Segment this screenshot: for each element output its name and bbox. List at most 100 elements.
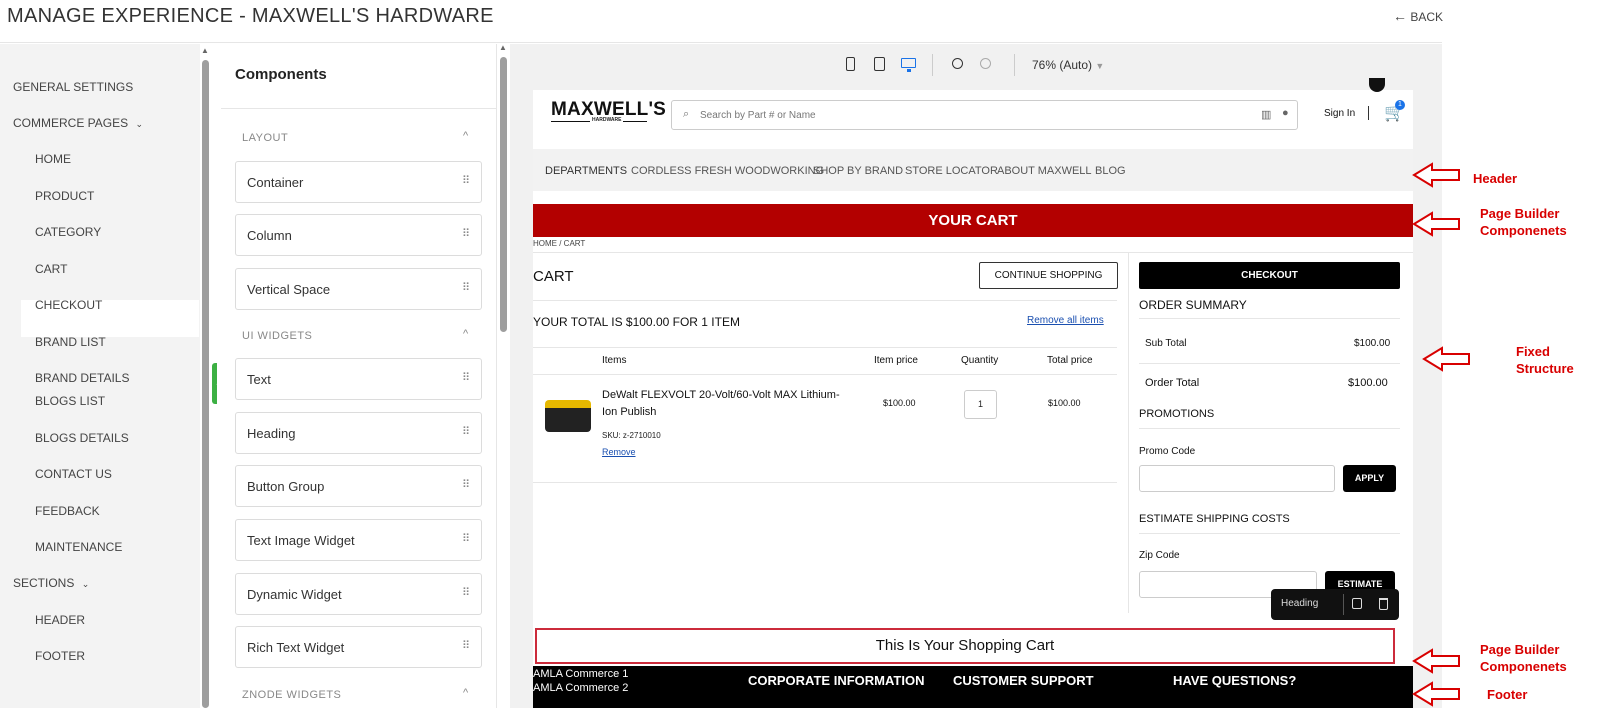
col-items: Items <box>602 355 627 366</box>
component-heading[interactable]: Heading ⠿ <box>235 412 482 454</box>
drag-handle-icon[interactable]: ⠿ <box>462 639 470 652</box>
divider <box>1139 533 1400 534</box>
microphone-icon[interactable]: ● <box>1282 107 1289 119</box>
trash-icon[interactable] <box>1379 598 1388 610</box>
product-image[interactable] <box>545 400 591 432</box>
component-container[interactable]: Container ⠿ <box>235 161 482 203</box>
zoom-in-icon[interactable] <box>980 58 991 69</box>
nav-footer[interactable]: FOOTER <box>35 649 85 663</box>
layout-section-label: LAYOUT <box>242 132 289 144</box>
nav-brand-list[interactable]: BRAND LIST <box>35 335 106 349</box>
zip-code-label: Zip Code <box>1139 550 1180 561</box>
nav-home[interactable]: HOME <box>35 152 71 166</box>
commerce-pages-label: COMMERCE PAGES <box>13 116 129 130</box>
back-label: BACK <box>1410 10 1444 24</box>
menu-shop-by-brand[interactable]: SHOP BY BRAND <box>813 165 903 177</box>
item-total: $100.00 <box>1048 398 1081 408</box>
cart-total-text: YOUR TOTAL IS $100.00 FOR 1 ITEM <box>533 315 740 329</box>
chevron-up-icon[interactable]: ^ <box>463 328 468 340</box>
nav-brand-details[interactable]: BRAND DETAILS <box>35 371 129 385</box>
nav-scrollbar[interactable] <box>202 60 209 708</box>
nav-blogs-details[interactable]: BLOGS DETAILS <box>35 431 129 445</box>
breadcrumb[interactable]: HOME / CART <box>533 239 585 248</box>
divider <box>533 347 1117 348</box>
widget-type-label: Heading <box>1281 598 1319 609</box>
copy-icon[interactable] <box>1352 598 1362 609</box>
drag-handle-icon[interactable]: ⠿ <box>462 532 470 545</box>
drag-handle-icon[interactable]: ⠿ <box>462 371 470 384</box>
component-column[interactable]: Column ⠿ <box>235 214 482 256</box>
nav-product[interactable]: PRODUCT <box>35 189 94 203</box>
component-dynamic-widget[interactable]: Dynamic Widget ⠿ <box>235 573 482 615</box>
apply-button[interactable]: APPLY <box>1343 465 1396 492</box>
order-total-label: Order Total <box>1145 377 1200 389</box>
component-vertical-space[interactable]: Vertical Space ⠿ <box>235 268 482 310</box>
tablet-view-icon[interactable] <box>874 57 885 71</box>
annotation-fixed-structure: Fixed Structure <box>1516 344 1574 376</box>
component-rich-text-widget[interactable]: Rich Text Widget ⠿ <box>235 626 482 668</box>
drag-handle-icon[interactable]: ⠿ <box>462 174 470 187</box>
store-menu: DEPARTMENTS CORDLESS FRESH WOODWORKING S… <box>533 149 1413 191</box>
chevron-down-icon: ⌄ <box>81 579 90 589</box>
sign-in-link[interactable]: Sign In <box>1324 108 1355 119</box>
nav-maintenance[interactable]: MAINTENANCE <box>35 540 122 554</box>
component-label: Button Group <box>247 479 325 494</box>
menu-departments[interactable]: DEPARTMENTS <box>545 165 627 177</box>
nav-cart[interactable]: CART <box>35 262 67 276</box>
component-button-group[interactable]: Button Group ⠿ <box>235 465 482 507</box>
components-scrollbar[interactable] <box>500 57 507 332</box>
drag-handle-icon[interactable]: ⠿ <box>462 281 470 294</box>
nav-category[interactable]: CATEGORY <box>35 225 101 239</box>
component-text-image-widget[interactable]: Text Image Widget ⠿ <box>235 519 482 561</box>
barcode-scan-icon[interactable]: ▥ <box>1261 108 1271 121</box>
nav-header[interactable]: HEADER <box>35 613 85 627</box>
zoom-out-icon[interactable] <box>952 58 963 69</box>
menu-blog[interactable]: BLOG <box>1095 165 1126 177</box>
subtotal-label: Sub Total <box>1145 338 1187 349</box>
component-text[interactable]: Text ⠿ <box>235 358 482 400</box>
back-button[interactable]: ← BACK <box>1393 8 1443 24</box>
annotation-arrow-pb2 <box>1412 648 1460 674</box>
nav-feedback[interactable]: FEEDBACK <box>35 504 100 518</box>
components-title: Components <box>235 66 327 83</box>
annotation-page-builder-2: Page Builder Componenets <box>1480 642 1567 674</box>
drag-handle-icon[interactable]: ⠿ <box>462 425 470 438</box>
menu-cordless[interactable]: CORDLESS FRESH WOODWORKING <box>631 165 824 177</box>
search-input[interactable]: ⌕ Search by Part # or Name ▥ ● <box>671 100 1298 130</box>
heading-widget[interactable]: This Is Your Shopping Cart <box>535 628 1395 664</box>
nav-checkout[interactable]: CHECKOUT <box>35 298 102 312</box>
nav-contact-us[interactable]: CONTACT US <box>35 467 112 481</box>
component-label: Rich Text Widget <box>247 640 345 655</box>
footer-col-support: CUSTOMER SUPPORT <box>953 673 1094 688</box>
promo-code-input[interactable] <box>1139 465 1335 492</box>
chevron-up-icon[interactable]: ^ <box>463 687 468 699</box>
cart-title: CART <box>533 268 574 285</box>
promo-code-label: Promo Code <box>1139 446 1196 457</box>
product-name[interactable]: DeWalt FLEXVOLT 20-Volt/60-Volt MAX Lith… <box>602 387 852 421</box>
remove-all-link[interactable]: Remove all items <box>1027 315 1104 326</box>
drag-handle-icon[interactable]: ⠿ <box>462 586 470 599</box>
remove-item-link[interactable]: Remove <box>602 447 636 457</box>
drag-handle-icon[interactable]: ⠿ <box>462 227 470 240</box>
continue-shopping-button[interactable]: CONTINUE SHOPPING <box>979 262 1118 289</box>
nav-general-settings[interactable]: GENERAL SETTINGS <box>13 80 133 94</box>
mobile-view-icon[interactable] <box>846 57 855 71</box>
drag-handle-icon[interactable]: ⠿ <box>462 478 470 491</box>
nav-sections[interactable]: SECTIONS ⌄ <box>13 576 89 590</box>
divider <box>533 300 1117 301</box>
nav-blogs-list[interactable]: BLOGS LIST <box>35 394 105 408</box>
menu-about[interactable]: ABOUT MAXWELL <box>997 165 1092 177</box>
footer-link-1[interactable]: AMLA Commerce 1 <box>533 668 628 680</box>
checkout-button[interactable]: CHECKOUT <box>1139 262 1400 289</box>
quantity-input[interactable]: 1 <box>964 390 997 419</box>
zoom-select[interactable]: 76% (Auto) ▼ <box>1032 58 1104 72</box>
footer-link-2[interactable]: AMLA Commerce 2 <box>533 682 628 694</box>
col-quantity: Quantity <box>961 355 999 366</box>
menu-store-locator[interactable]: STORE LOCATOR <box>905 165 998 177</box>
page-title: MANAGE EXPERIENCE - MAXWELL'S HARDWARE <box>7 5 494 27</box>
scroll-up-icon[interactable]: ▲ <box>201 46 209 55</box>
chevron-up-icon[interactable]: ^ <box>463 130 468 142</box>
nav-commerce-pages[interactable]: COMMERCE PAGES ⌄ <box>13 116 143 130</box>
scroll-up-icon[interactable]: ▲ <box>499 43 507 52</box>
desktop-view-icon[interactable] <box>901 58 916 68</box>
